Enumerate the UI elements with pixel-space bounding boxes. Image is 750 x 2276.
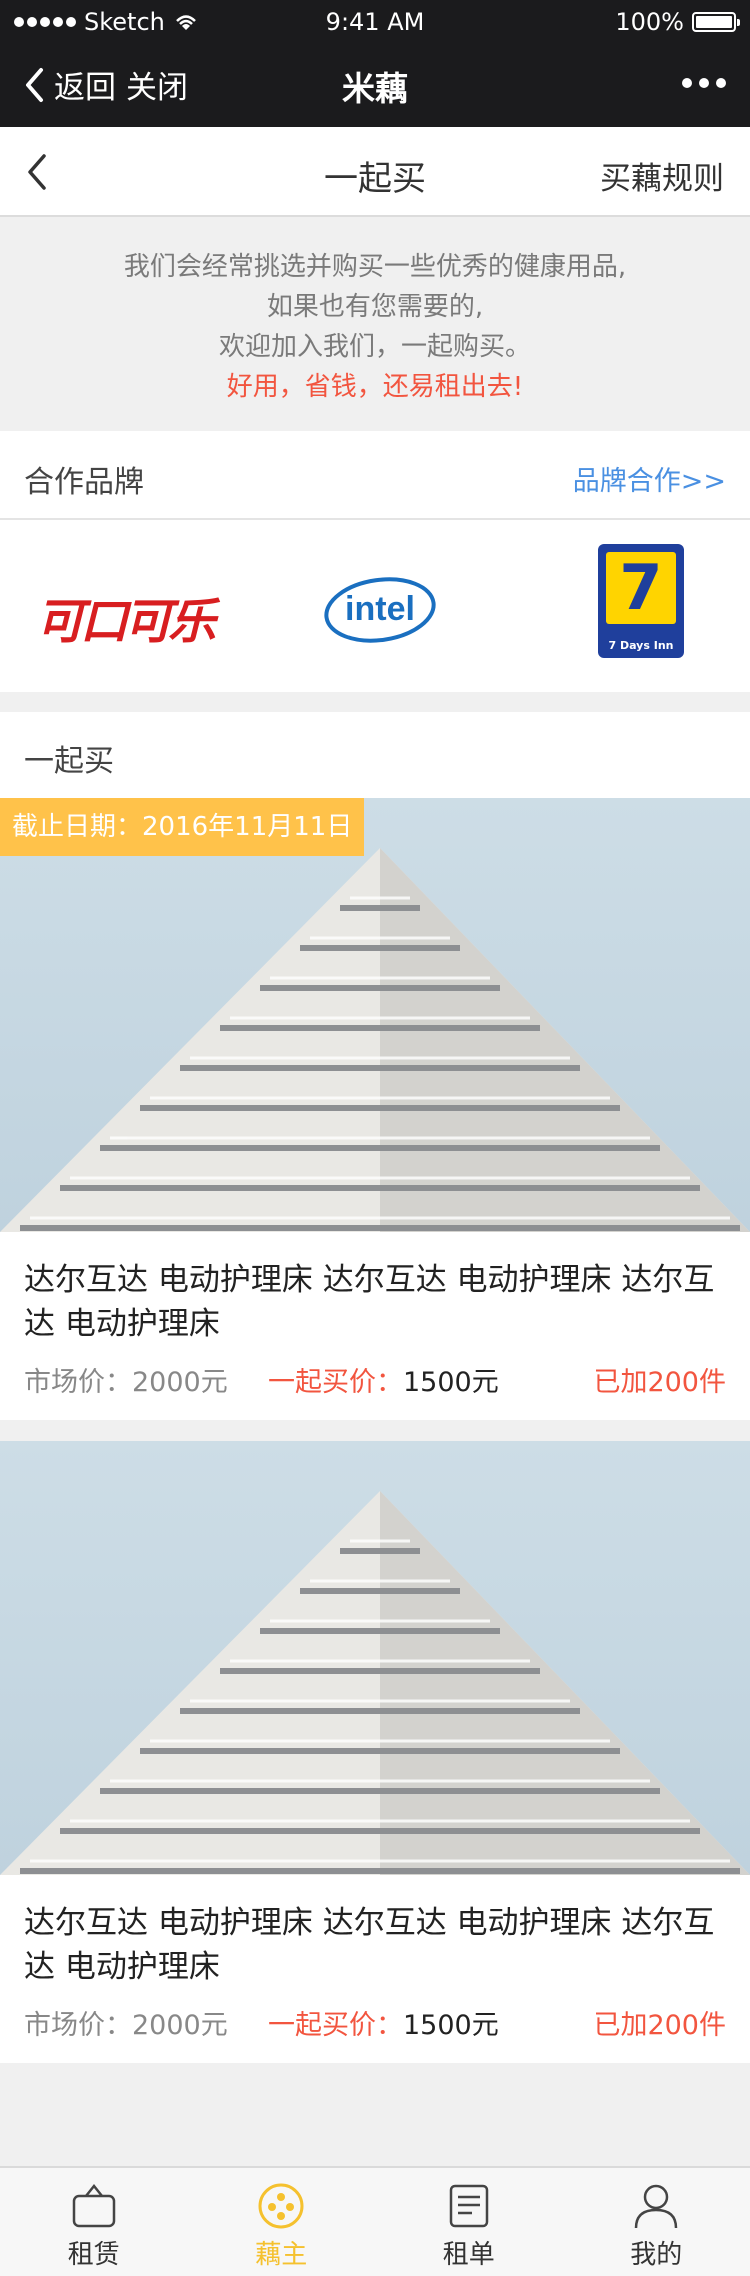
7days-inn-logo[interactable]: 7 7 Days Inn — [598, 544, 684, 658]
intro-highlight: 好用，省钱，还易租出去! — [226, 372, 524, 402]
group-price-value: 1500元 — [403, 1367, 499, 1398]
product-card[interactable]: 截止日期：2016年11月11日 达尔互达 电动护理床 达尔互达 电动护理床 达… — [0, 798, 750, 1420]
price-row: 市场价：2000元 一起买价：1500元 已加200件 — [24, 2003, 726, 2043]
brand-cooperate-link[interactable]: 品牌合作>> — [573, 459, 726, 498]
tab-me[interactable]: 我的 — [563, 2168, 750, 2276]
building-photo — [0, 1491, 750, 1875]
market-price: 市场价：2000元 — [24, 1367, 228, 1398]
building-photo — [0, 848, 750, 1232]
intro-line-2: 如果也有您需要的, — [266, 292, 484, 322]
intro-text: 我们会经常挑选并购买一些优秀的健康用品, 如果也有您需要的, 欢迎加入我们，一起… — [0, 217, 750, 431]
group-price-value: 1500元 — [403, 2010, 499, 2041]
document-icon — [449, 2184, 488, 2228]
intel-logo[interactable]: intel — [322, 572, 440, 646]
tab-label: 我的 — [630, 2240, 683, 2270]
status-bar: Sketch 9:41 AM 100% — [0, 0, 750, 42]
market-price: 市场价：2000元 — [24, 2010, 228, 2041]
app-title: 米藕 — [342, 69, 408, 108]
bag-icon — [72, 2183, 115, 2228]
joined-count: 已加200件 — [593, 2010, 726, 2041]
tab-owner[interactable]: 藕主 — [188, 2168, 376, 2276]
wechat-nav: 返回 关闭 米藕 — [0, 42, 750, 127]
product-card[interactable]: 达尔互达 电动护理床 达尔互达 电动护理床 达尔互达 电动护理床 市场价：200… — [0, 1441, 750, 2063]
top-bar: Sketch 9:41 AM 100% 返回 关闭 米藕 — [0, 0, 750, 127]
product-name[interactable]: 达尔互达 电动护理床 达尔互达 电动护理床 达尔互达 电动护理床 — [24, 1258, 724, 1346]
intro-line-3: 欢迎加入我们，一起购买。 — [218, 332, 531, 362]
brand-logos: 可口可乐 intel 7 7 Days Inn — [0, 520, 750, 692]
price-row: 市场价：2000元 一起买价：1500元 已加200件 — [24, 1360, 726, 1400]
deadline-badge: 截止日期：2016年11月11日 — [0, 798, 365, 856]
product-image[interactable] — [0, 1441, 750, 1875]
tab-orders[interactable]: 租单 — [375, 2168, 563, 2276]
product-image[interactable]: 截止日期：2016年11月11日 — [0, 798, 750, 1232]
buy-together-heading: 一起买 — [24, 744, 114, 779]
group-price: 一起买价：1500元 — [268, 1367, 499, 1398]
tab-label: 租单 — [442, 2240, 495, 2270]
tab-label: 租赁 — [67, 2240, 120, 2270]
battery-icon — [692, 12, 740, 32]
more-icon[interactable] — [682, 78, 726, 88]
page-header: 一起买 买藕规则 — [0, 127, 750, 217]
joined-count: 已加200件 — [593, 1367, 726, 1398]
tab-label: 藕主 — [255, 2240, 308, 2270]
tab-rent[interactable]: 租赁 — [0, 2168, 188, 2276]
group-price: 一起买价：1500元 — [268, 2010, 499, 2041]
battery-percent: 100% — [615, 8, 684, 36]
person-icon — [635, 2184, 678, 2229]
intel-logo-text: intel — [345, 590, 415, 628]
brand-header: 合作品牌 品牌合作>> — [0, 431, 750, 520]
buy-together-header: 一起买 — [0, 712, 750, 798]
intro-line-1: 我们会经常挑选并购买一些优秀的健康用品, — [123, 252, 627, 282]
rules-link[interactable]: 买藕规则 — [600, 153, 724, 198]
tab-bar: 租赁 藕主 租单 我的 — [0, 2166, 750, 2276]
coca-cola-logo[interactable]: 可口可乐 — [36, 582, 216, 652]
product-name[interactable]: 达尔互达 电动护理床 达尔互达 电动护理床 达尔互达 电动护理床 — [24, 1901, 724, 1989]
brand-heading: 合作品牌 — [24, 465, 144, 500]
lotus-icon — [258, 2183, 304, 2229]
